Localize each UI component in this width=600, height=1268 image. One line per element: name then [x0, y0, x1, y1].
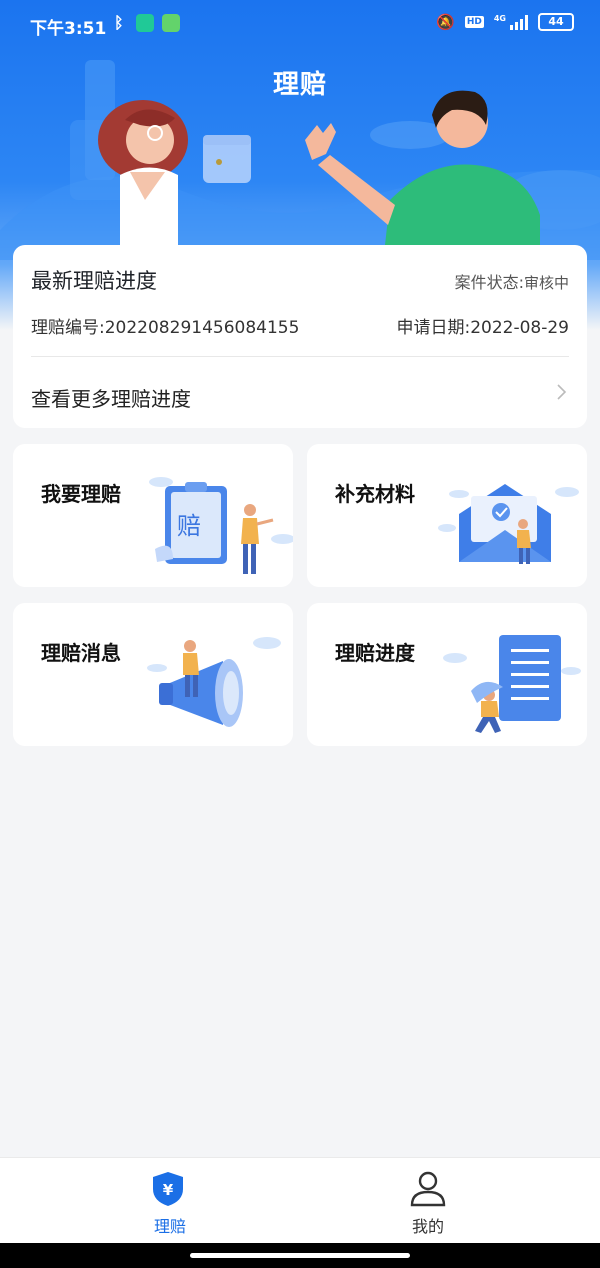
chevron-right-icon[interactable]: [555, 383, 567, 401]
home-indicator[interactable]: [190, 1253, 410, 1258]
system-nav-area: [0, 1243, 600, 1268]
case-status-value: 审核中: [523, 274, 569, 292]
claims-screen: 下午3:51 ᛒ 🔕 HD 4G 44 理赔 最新理赔进度 案件状态:审核中 理…: [0, 0, 600, 1268]
tile-supplement-materials[interactable]: 补充材料: [307, 444, 587, 587]
tab-claims[interactable]: ¥ 理赔: [20, 1158, 320, 1244]
envelope-document-icon: [438, 484, 579, 564]
shield-yen-icon: ¥: [153, 1172, 183, 1206]
claim-form-icon: 赔: [149, 477, 293, 574]
tab-mine[interactable]: 我的: [278, 1158, 578, 1244]
claim-number: 理赔编号:202208291456084155: [31, 318, 300, 338]
progress-list-icon: [443, 635, 581, 733]
megaphone-icon: [147, 637, 281, 727]
tile-label: 补充材料: [335, 482, 415, 506]
network-type: 4G: [493, 14, 506, 23]
signal-icon: 4G: [494, 14, 528, 30]
svg-text:¥: ¥: [163, 1181, 174, 1199]
latest-claim-progress-card: 最新理赔进度 案件状态:审核中 理赔编号:202208291456084155 …: [13, 245, 587, 428]
status-bar: 下午3:51 ᛒ 🔕 HD 4G 44: [0, 0, 600, 50]
hd-badge: HD: [464, 16, 484, 28]
tile-label: 理赔进度: [335, 641, 415, 665]
security-app-icon: [136, 14, 154, 32]
tile-label: 理赔消息: [41, 641, 121, 665]
tile-claim-progress[interactable]: 理赔进度: [307, 603, 587, 746]
case-status-label: 案件状态:: [454, 273, 524, 292]
page-title: 理赔: [272, 70, 327, 100]
battery-icon: 44: [538, 13, 574, 31]
tile-file-claim[interactable]: 我要理赔 赔: [13, 444, 293, 587]
tab-label: 我的: [411, 1217, 444, 1236]
tile-claim-messages[interactable]: 理赔消息: [13, 603, 293, 746]
mute-icon: 🔕: [436, 13, 455, 31]
status-time: 下午3:51: [30, 19, 107, 39]
view-more-progress-link[interactable]: 查看更多理赔进度: [31, 383, 191, 412]
divider: [31, 356, 569, 357]
user-icon: [410, 1171, 446, 1207]
bluetooth-icon: ᛒ: [114, 13, 124, 32]
card-title: 最新理赔进度: [31, 269, 157, 293]
tile-label: 我要理赔: [41, 482, 121, 506]
svg-text:赔: 赔: [177, 512, 201, 540]
case-status: 案件状态:审核中: [455, 269, 569, 293]
bottom-tab-bar: ¥ 理赔 我的: [0, 1157, 600, 1243]
apply-date: 申请日期:2022-08-29: [396, 318, 569, 338]
tab-label: 理赔: [153, 1217, 186, 1236]
chat-app-icon: [162, 14, 180, 32]
